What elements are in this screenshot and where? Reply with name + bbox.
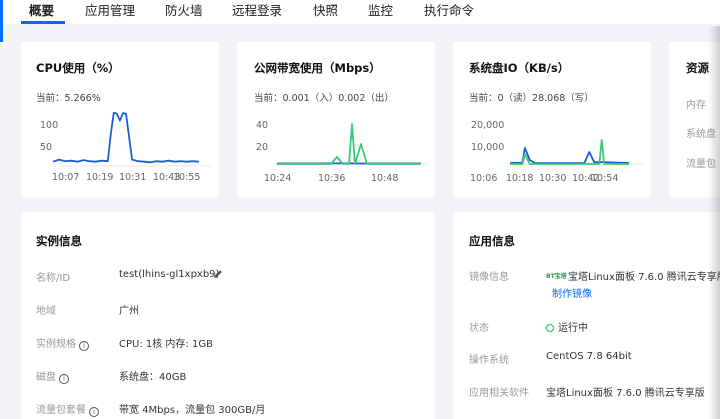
os-label: 操作系统 (469, 355, 509, 366)
name-id-label: 名称/ID (36, 273, 71, 284)
resource-card-title: 资源 (686, 61, 709, 75)
cpu-x-tick: 10:19 (86, 172, 113, 183)
traffic-package-value: 带宽 4Mbps，流量包 300GB/月 (119, 405, 266, 416)
bt-panel-logo: BT宝塔 (546, 273, 567, 280)
tab-overview[interactable]: 概要 (29, 2, 54, 20)
disk-x-tick: 10:06 (470, 173, 497, 184)
tab-monitoring[interactable]: 监控 (368, 2, 393, 20)
tab-execute-command[interactable]: 执行命令 (424, 2, 474, 20)
disk-io-card: 系统盘IO（KB/s） 当前：0（读）28.068（写） 20,000 10,0… (453, 42, 651, 197)
related-software-label: 应用相关软件 (469, 388, 529, 399)
active-tab-indicator (21, 21, 65, 24)
accent-edge (0, 0, 3, 42)
cpu-y-tick: 100 (40, 120, 58, 131)
tab-snapshot[interactable]: 快照 (313, 2, 338, 20)
traffic-package-label: 流量包套餐 i (36, 401, 99, 417)
cpu-x-tick: 10:07 (52, 172, 79, 183)
instance-spec-label: 实例规格 i (36, 335, 89, 351)
cpu-y-tick: 50 (40, 142, 52, 153)
disk-y-tick: 10,000 (471, 142, 504, 153)
info-icon[interactable]: i (59, 374, 69, 384)
instance-info-card: 实例信息 名称/ID test(lhins-gl1xpxb9) 地域 广州 实例… (21, 212, 435, 419)
related-software-value: 宝塔Linux面板 7.6.0 腾讯云专享版 (546, 388, 705, 399)
disk-x-tick: 10:30 (539, 173, 566, 184)
cpu-x-tick: 10:31 (119, 172, 146, 183)
running-status-icon (546, 324, 554, 332)
region-label: 地域 (36, 306, 56, 317)
bandwidth-y-tick: 40 (256, 120, 268, 131)
tab-remote-login[interactable]: 远程登录 (232, 2, 282, 20)
bandwidth-usage-card: 公网带宽使用（Mbps） 当前：0.001（入）0.002（出） 40 20 1… (237, 42, 435, 197)
tab-app-management[interactable]: 应用管理 (85, 2, 135, 20)
name-id-value: test(lhins-gl1xpxb9) (119, 269, 220, 280)
disk-label: 磁盘 i (36, 368, 69, 384)
cpu-series-line (52, 111, 200, 164)
edit-pencil-icon[interactable] (212, 268, 224, 280)
image-info-label: 镜像信息 (469, 272, 509, 283)
bandwidth-x-tick: 10:36 (318, 173, 345, 184)
instance-info-title: 实例信息 (36, 234, 82, 248)
region-value: 广州 (119, 306, 139, 317)
info-icon[interactable]: i (79, 341, 89, 351)
cpu-chart: 100 50 10:07 10:19 10:31 10:43 10:55 (40, 111, 211, 183)
make-image-link[interactable]: 制作镜像 (552, 285, 592, 300)
bandwidth-x-tick: 10:24 (264, 173, 291, 184)
image-info-value: 宝塔Linux面板 7.6.0 腾讯云专享版 (568, 272, 720, 283)
scroll-shadow (708, 26, 720, 419)
disk-x-tick: 10:54 (591, 173, 618, 184)
cpu-usage-card: CPU使用（%） 当前：5.266% 100 50 10:07 10:19 10… (21, 42, 219, 197)
cpu-x-tick: 10:55 (173, 172, 200, 183)
bandwidth-series-line (277, 123, 421, 165)
disk-y-tick: 20,000 (471, 120, 504, 131)
os-value: CentOS 7.8 64bit (546, 351, 632, 362)
bandwidth-y-tick: 20 (256, 142, 268, 153)
tab-bar: 概要 应用管理 防火墙 远程登录 快照 监控 执行命令 (0, 0, 720, 42)
disk-io-chart: 20,000 10,000 10:06 10:18 10:30 10:42 10… (470, 120, 643, 184)
bandwidth-x-tick: 10:48 (371, 173, 398, 184)
app-info-card: 应用信息 镜像信息 BT宝塔 宝塔Linux面板 7.6.0 腾讯云专享版 制作… (453, 212, 720, 419)
info-icon[interactable]: i (89, 407, 99, 417)
disk-series-line (510, 139, 629, 165)
disk-value: 系统盘：40GB (119, 372, 187, 383)
instance-spec-value: CPU: 1核 内存: 1GB (119, 339, 213, 350)
disk-x-tick: 10:18 (506, 173, 533, 184)
resource-row-memory: 内存 (686, 100, 706, 111)
status-label: 状态 (469, 323, 489, 334)
app-info-title: 应用信息 (469, 234, 515, 248)
tab-firewall[interactable]: 防火墙 (165, 2, 203, 20)
status-badge: 运行中 (546, 319, 588, 334)
bandwidth-chart: 40 20 10:24 10:36 10:48 (256, 120, 427, 184)
